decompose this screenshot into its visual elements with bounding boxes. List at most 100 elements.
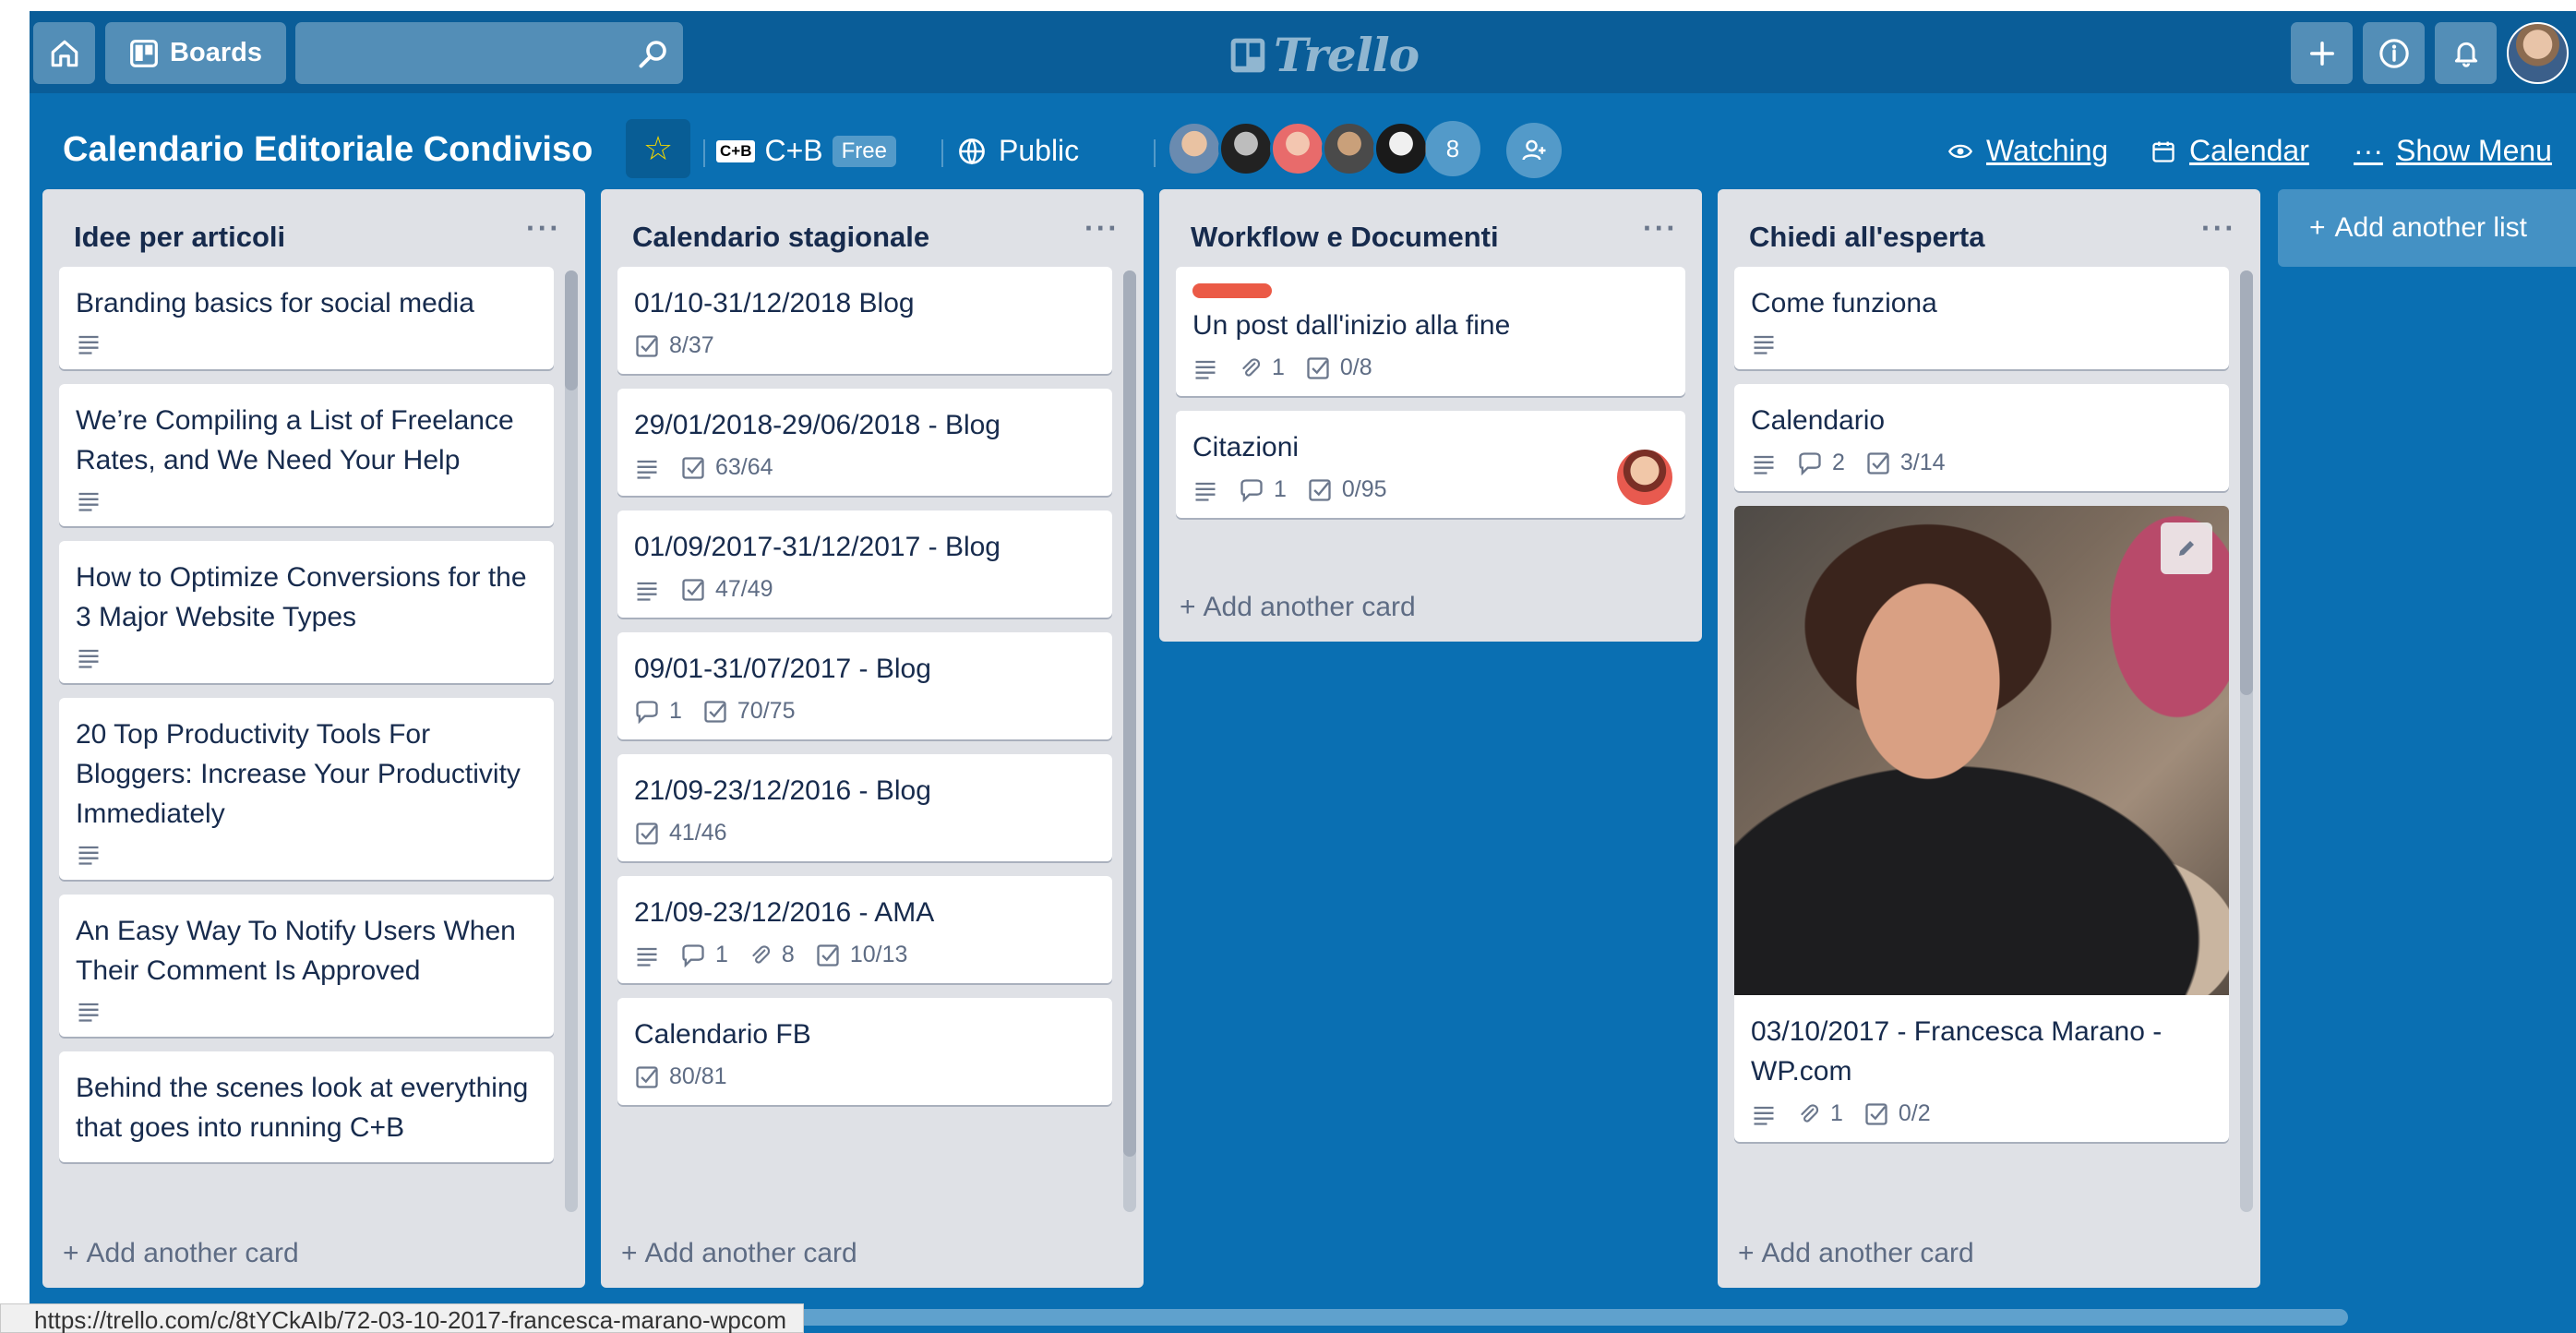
list-title[interactable]: Idee per articoli [74, 221, 285, 253]
list-title[interactable]: Calendario stagionale [632, 221, 929, 253]
calendar-button[interactable]: Calendar [2151, 134, 2309, 168]
eye-icon [1947, 144, 1973, 158]
attachments-count: 8 [781, 942, 795, 967]
checklist-badge: 0/2 [1863, 1100, 1931, 1127]
add-card-button[interactable]: + Add another card [1738, 1238, 1974, 1269]
comment-icon [636, 700, 658, 724]
trello-logo[interactable]: Trello [1229, 28, 1420, 82]
add-card-button[interactable]: + Add another card [1180, 592, 1416, 623]
member-avatar[interactable] [1218, 121, 1274, 176]
member-count[interactable]: 8 [1425, 121, 1480, 176]
list-menu-icon[interactable]: ··· [1084, 211, 1120, 246]
checklist-count: 47/49 [715, 576, 773, 602]
visibility-label: Public [999, 134, 1080, 167]
card-badges [76, 489, 537, 511]
description-icon [1754, 455, 1774, 474]
search-icon[interactable] [637, 37, 670, 70]
list-menu-icon[interactable]: ··· [526, 211, 561, 246]
show-menu-label: Show Menu [2395, 134, 2552, 167]
logo-text: Trello [1274, 28, 1420, 82]
create-button[interactable] [2291, 22, 2353, 84]
visibility-button[interactable]: Public [958, 134, 1079, 168]
list-title[interactable]: Chiedi all'esperta [1749, 221, 1984, 253]
info-icon [2378, 38, 2409, 68]
card[interactable]: Un post dall'inizio alla fine 1 0/8 [1176, 267, 1685, 396]
checklist-badge: 80/81 [634, 1063, 727, 1090]
card-cover-image[interactable] [1734, 506, 2229, 995]
comment-icon [1799, 451, 1821, 475]
paperclip-icon [1801, 1103, 1819, 1123]
card[interactable]: Citazioni 1 0/95 [1176, 411, 1685, 518]
top-header: Boards Trello [30, 11, 2576, 93]
star-button[interactable]: ☆ [626, 119, 690, 178]
divider [941, 139, 943, 167]
add-card-label: Add another card [644, 1238, 857, 1268]
info-button[interactable] [2363, 22, 2425, 84]
card[interactable]: How to Optimize Conversions for the 3 Ma… [59, 541, 554, 683]
member-avatar[interactable] [1322, 121, 1377, 176]
pencil-icon [2179, 541, 2194, 556]
add-card-label: Add another card [1761, 1238, 1974, 1268]
card[interactable]: Behind the scenes look at everything tha… [59, 1051, 554, 1162]
member-avatar[interactable] [1373, 121, 1429, 176]
search-box[interactable] [295, 22, 683, 84]
card[interactable]: 29/01/2018-29/06/2018 - Blog 63/64 [617, 389, 1112, 496]
star-icon: ☆ [642, 129, 674, 167]
card-member-avatar[interactable] [1617, 450, 1672, 505]
card[interactable]: 09/01-31/07/2017 - Blog 1 70/75 [617, 632, 1112, 739]
comments-count: 1 [669, 698, 682, 724]
checklist-count: 0/95 [1341, 476, 1387, 502]
search-input[interactable] [295, 22, 683, 84]
description-icon [78, 335, 99, 354]
add-card-button[interactable]: + Add another card [621, 1238, 857, 1269]
card[interactable]: Calendario 2 3/14 [1734, 384, 2229, 491]
checklist-icon [1307, 356, 1329, 379]
user-avatar[interactable] [2507, 22, 2569, 84]
invite-button[interactable] [1506, 123, 1562, 178]
show-menu-button[interactable]: ··· Show Menu [2354, 134, 2552, 168]
card[interactable]: Come funziona [1734, 267, 2229, 369]
home-button[interactable] [33, 22, 95, 84]
list-menu-icon[interactable]: ··· [1643, 211, 1678, 246]
bell-icon [2454, 42, 2477, 67]
card[interactable]: 21/09-23/12/2016 - Blog 41/46 [617, 754, 1112, 861]
card-label-red[interactable] [1192, 283, 1272, 298]
boards-button[interactable]: Boards [105, 22, 286, 84]
team-button[interactable]: C+B C+B Free [716, 134, 896, 168]
paperclip-icon [752, 944, 771, 964]
add-card-button[interactable]: + Add another card [63, 1238, 299, 1269]
card[interactable]: 21/09-23/12/2016 - AMA 1 8 10/13 [617, 876, 1112, 983]
card[interactable]: Calendario FB 80/81 [617, 998, 1112, 1105]
member-avatar[interactable] [1167, 121, 1222, 176]
card-title: 01/10-31/12/2018 Blog [634, 288, 915, 318]
description-badge [1751, 1103, 1777, 1125]
description-icon [78, 649, 99, 668]
comments-count: 1 [1274, 476, 1287, 502]
card[interactable]: An Easy Way To Notify Users When Their C… [59, 895, 554, 1037]
checklist-count: 80/81 [669, 1063, 727, 1089]
list-menu-icon[interactable]: ··· [2201, 211, 2236, 246]
card[interactable]: 03/10/2017 - Francesca Marano - WP.com 1… [1734, 506, 2229, 1142]
checklist-badge: 63/64 [680, 454, 773, 481]
card[interactable]: Branding basics for social media [59, 267, 554, 369]
description-badge [1192, 479, 1218, 501]
board-title[interactable]: Calendario Editoriale Condiviso [63, 130, 593, 170]
add-list-button[interactable]: + Add another list [2278, 189, 2576, 267]
member-avatar[interactable] [1270, 121, 1325, 176]
card[interactable]: 01/10-31/12/2018 Blog 8/37 [617, 267, 1112, 374]
card[interactable]: 20 Top Productivity Tools For Bloggers: … [59, 698, 554, 880]
list-header: Idee per articoli ··· [42, 189, 585, 267]
description-badge [76, 1000, 102, 1022]
checklist-icon [636, 822, 658, 845]
boards-label: Boards [170, 38, 262, 67]
description-badge [634, 457, 660, 479]
card-title: Come funziona [1751, 288, 1937, 318]
notifications-button[interactable] [2435, 22, 2497, 84]
more-icon: ··· [2354, 134, 2383, 167]
list-title[interactable]: Workflow e Documenti [1191, 221, 1499, 253]
edit-card-button[interactable] [2161, 522, 2212, 574]
watching-button[interactable]: Watching [1947, 134, 2108, 168]
card[interactable]: We’re Compiling a List of Freelance Rate… [59, 384, 554, 526]
add-card-label: Add another card [1203, 592, 1416, 622]
card[interactable]: 01/09/2017-31/12/2017 - Blog 47/49 [617, 510, 1112, 618]
